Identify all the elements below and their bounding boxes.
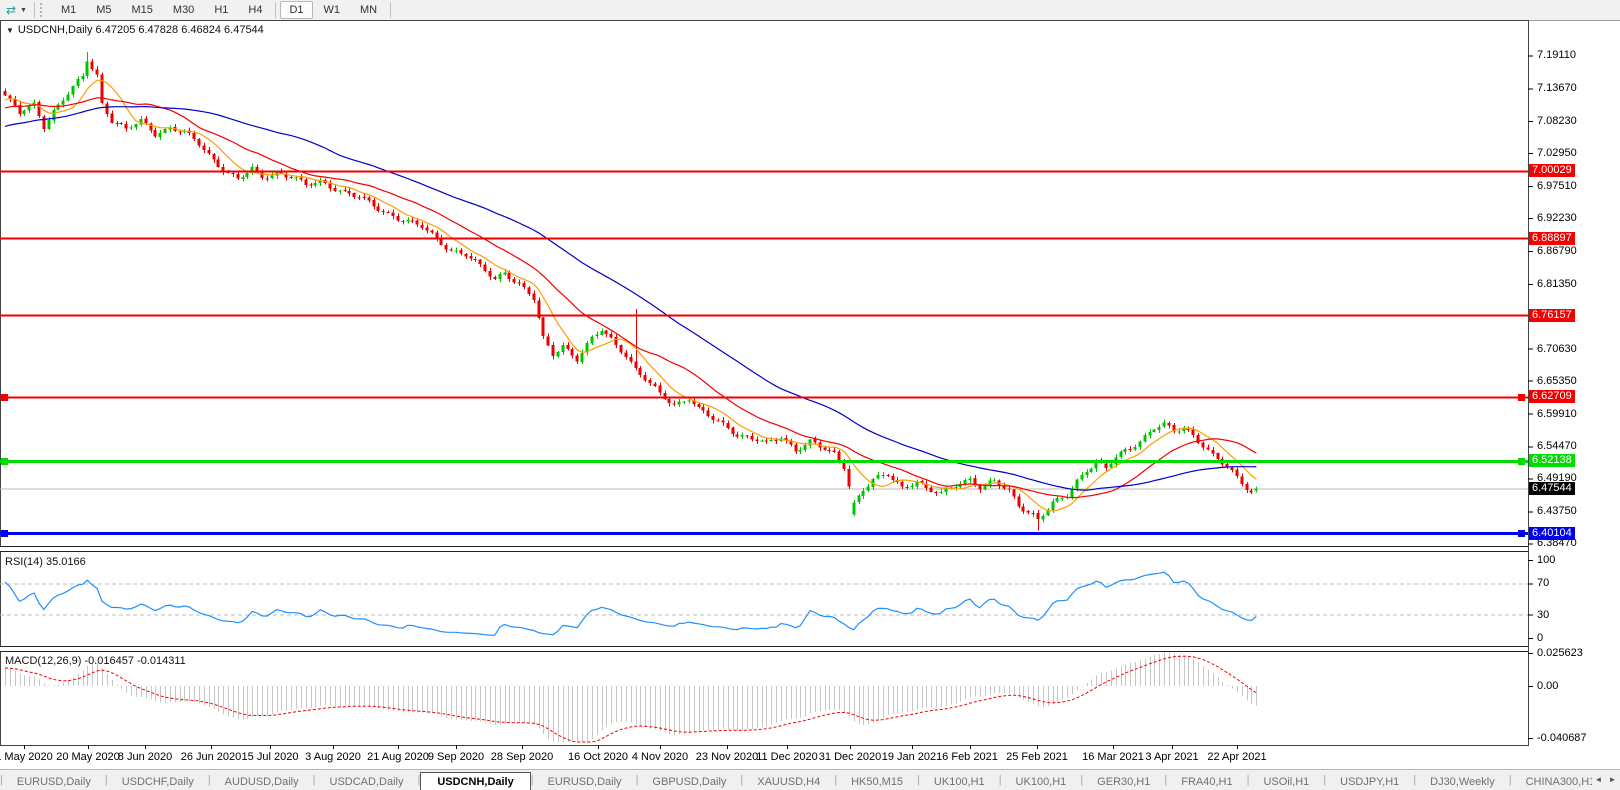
chart-tab-USDJPY-H1[interactable]: USDJPY,H1 xyxy=(1326,773,1413,790)
price-axis-tick: 6.59910 xyxy=(1537,407,1577,420)
date-axis-label: 22 Apr 2021 xyxy=(1207,751,1267,763)
date-axis-label: 31 Dec 2020 xyxy=(818,751,882,763)
chart-tab-UK100-H1[interactable]: UK100,H1 xyxy=(1002,773,1081,790)
price-axis-tick: 6.92230 xyxy=(1537,212,1577,224)
price-axis-tick: 6.86790 xyxy=(1537,244,1577,257)
chart-tab-EURUSD-Daily[interactable]: EURUSD,Daily xyxy=(534,773,636,790)
price-axis-tick: 6.65350 xyxy=(1537,374,1577,387)
rsi-axis-label: 100 xyxy=(1537,554,1556,566)
chart-tab-USOil-H1[interactable]: USOil,H1 xyxy=(1249,773,1323,790)
date-axis-label: 3 Apr 2021 xyxy=(1145,751,1199,763)
price-axis-tick: 7.08230 xyxy=(1537,115,1577,128)
price-axis-tick: 6.81350 xyxy=(1537,277,1577,290)
date-axis-label: 9 Sep 2020 xyxy=(427,751,485,763)
price-axis-tick: 6.70630 xyxy=(1537,342,1577,355)
chart-tab-UK100-H1[interactable]: UK100,H1 xyxy=(920,773,999,790)
price-axis-tick: 6.97510 xyxy=(1537,180,1577,193)
price-axis-tick: 7.19110 xyxy=(1537,49,1576,62)
chart-tab-GER30-H1[interactable]: GER30,H1 xyxy=(1083,773,1164,790)
date-axis-label: 4 Nov 2020 xyxy=(631,751,689,763)
level-price-label: 6.76157 xyxy=(1529,308,1575,322)
date-axis-label: 3 Aug 2020 xyxy=(305,751,361,763)
price-axis-tick: 7.13670 xyxy=(1537,82,1577,95)
date-axis-label: 6 Feb 2021 xyxy=(942,751,998,763)
chart-tab-USDCHF-Daily[interactable]: USDCHF,Daily xyxy=(108,773,208,790)
level-price-label: 6.52138 xyxy=(1529,454,1575,468)
chart-tab-AUDUSD-Daily[interactable]: AUDUSD,Daily xyxy=(211,773,313,790)
date-axis-label: 21 Aug 2020 xyxy=(367,751,429,763)
macd-axis-label: -0.040687 xyxy=(1537,732,1587,745)
quote-close: 6.47544 xyxy=(224,24,264,36)
chart-tab-bar: | EURUSD,Daily | USDCHF,Daily | AUDUSD,Daily |… xyxy=(0,769,1620,790)
date-axis-label: 1 May 2020 xyxy=(0,751,53,763)
date-axis-label: 16 Oct 2020 xyxy=(568,751,628,763)
quote-low: 6.46824 xyxy=(181,24,221,36)
chart-tab-USDCNH-Daily[interactable]: USDCNH,Daily xyxy=(420,772,531,790)
chart-tab-XAUUSD-H4[interactable]: XAUUSD,H4 xyxy=(743,773,834,790)
mt4-application-window: ⇄ ▼ M1 M5 M15 M30 H1 H4 D1 W1 MN ▼ USDCNH,Daily 6… xyxy=(0,0,1620,790)
pane-separator[interactable] xyxy=(0,546,1528,552)
quote-high: 6.47828 xyxy=(138,24,179,36)
rsi-axis-label: 0 xyxy=(1537,632,1544,644)
date-axis-label: 15 Jul 2020 xyxy=(241,751,299,763)
level-price-label: 6.88897 xyxy=(1529,231,1575,245)
price-axis-tick: 6.43750 xyxy=(1537,505,1577,518)
level-price-label: 6.62709 xyxy=(1529,390,1575,404)
level-price-label: 6.40104 xyxy=(1529,526,1575,540)
chart-tab-FRA40-H1[interactable]: FRA40,H1 xyxy=(1167,773,1246,790)
chart-tab-DJ30-Weekly[interactable]: DJ30,Weekly xyxy=(1416,773,1509,790)
date-axis-label: 19 Jan 2021 xyxy=(881,751,943,763)
chart-title-caret[interactable]: ▼ xyxy=(6,26,14,35)
macd-indicator-label: MACD(12,26,9) -0.016457 -0.014311 xyxy=(5,655,186,667)
date-axis-label: 25 Feb 2021 xyxy=(1006,751,1068,763)
quote-open: 6.47205 xyxy=(95,24,136,36)
level-price-label: 7.00029 xyxy=(1529,164,1575,178)
date-axis-label: 16 Mar 2021 xyxy=(1082,751,1144,763)
chart-tab-GBPUSD-Daily[interactable]: GBPUSD,Daily xyxy=(638,773,740,790)
chart-tab-USDCAD-Daily[interactable]: USDCAD,Daily xyxy=(316,773,418,790)
date-axis-label: 28 Sep 2020 xyxy=(490,751,554,763)
price-chart[interactable] xyxy=(0,0,1620,790)
pane-separator[interactable] xyxy=(0,646,1528,652)
price-axis-tick: 7.02950 xyxy=(1537,147,1577,160)
chart-symbol-period: USDCNH,Daily xyxy=(17,24,93,36)
date-axis-label: 23 Nov 2020 xyxy=(695,751,759,763)
rsi-axis-label: 30 xyxy=(1537,608,1550,621)
macd-axis-label: 0.025623 xyxy=(1537,647,1583,660)
tab-scroll-left-button[interactable]: ◄ xyxy=(1592,772,1605,787)
date-axis-label: 8 Jun 2020 xyxy=(117,751,173,763)
date-axis-label: 11 Dec 2020 xyxy=(756,751,818,763)
macd-axis-label: 0.00 xyxy=(1537,680,1559,692)
rsi-indicator-label: RSI(14) 35.0166 xyxy=(5,556,86,568)
price-axis-tick: 6.54470 xyxy=(1537,440,1577,453)
date-axis-label: 20 May 2020 xyxy=(56,751,120,763)
rsi-axis-label: 70 xyxy=(1537,577,1550,590)
chart-tab-HK50-M15[interactable]: HK50,M15 xyxy=(837,773,917,790)
date-axis-label: 26 Jun 2020 xyxy=(180,751,242,763)
chart-tab-EURUSD-Daily[interactable]: EURUSD,Daily xyxy=(3,773,105,790)
tab-scroll-right-button[interactable]: ► xyxy=(1606,772,1619,787)
current-price-label: 6.47544 xyxy=(1529,481,1575,495)
chart-title: ▼ USDCNH,Daily 6.47205 6.47828 6.46824 6.… xyxy=(6,24,264,36)
